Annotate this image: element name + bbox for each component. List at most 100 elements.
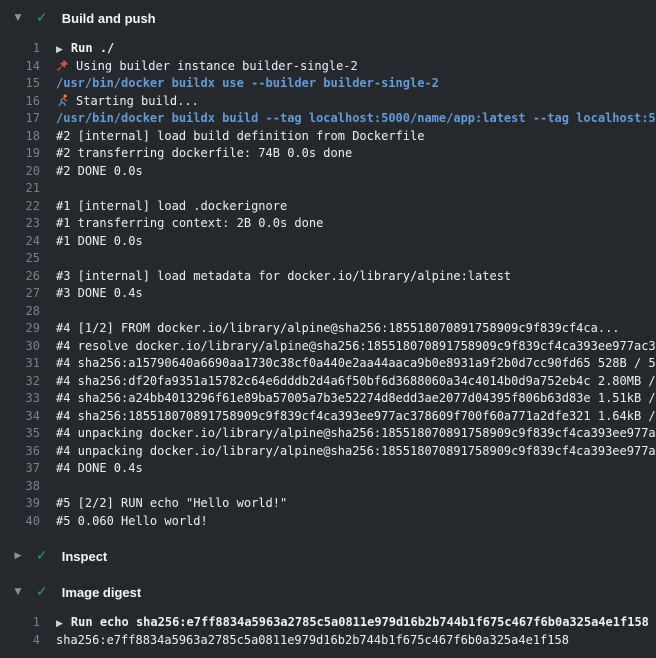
log-line: 29 #4 [1/2] FROM docker.io/library/alpine… [0,320,656,338]
log-text: #3 [internal] load metadata for docker.i… [56,269,511,283]
log-line-content: #4 sha256:df20fa9351a15782c64e6dddb2d4a6… [56,373,656,391]
log-text: #1 transferring context: 2B 0.0s done [56,216,323,230]
log-line-content: #4 [1/2] FROM docker.io/library/alpine@s… [56,320,656,338]
log-line-content: #4 sha256:a24bb4013296f61e89ba57005a7b3e… [56,390,656,408]
line-number[interactable]: 22 [0,198,40,216]
log-line-content: ▶Run ./ [56,40,656,58]
line-number[interactable]: 20 [0,163,40,181]
log-line: 38 [0,478,656,496]
log-line-content: #5 [2/2] RUN echo "Hello world!" [56,495,656,513]
line-number[interactable]: 25 [0,250,40,268]
log-line-content: #3 [internal] load metadata for docker.i… [56,268,656,286]
line-number[interactable]: 16 [0,93,40,111]
log-text: Starting build... [76,94,199,108]
log-line-content: #1 transferring context: 2B 0.0s done [56,215,656,233]
log-text: sha256:e7ff8834a5963a2785c5a0811e979d16b… [56,633,569,647]
line-number[interactable]: 24 [0,233,40,251]
log-line-content: #5 0.060 Hello world! [56,513,656,531]
line-number[interactable]: 15 [0,75,40,93]
log-text: #2 [internal] load build definition from… [56,129,424,143]
line-number[interactable]: 26 [0,268,40,286]
line-number[interactable]: 33 [0,390,40,408]
log-line-content: #1 DONE 0.0s [56,233,656,251]
log-line-content: #4 unpacking docker.io/library/alpine@sh… [56,425,656,443]
log-text: #4 sha256:a15790640a6690aa1730c38cf0a440… [56,356,656,370]
log-line-content: /usr/bin/docker buildx use --builder bui… [56,75,656,93]
line-number[interactable]: 31 [0,355,40,373]
check-icon: ✓ [36,549,48,563]
log-line-content [56,478,656,496]
log-line: 26 #3 [internal] load metadata for docker… [0,268,656,286]
log-line-content: #4 sha256:185518070891758909c9f839cf4ca3… [56,408,656,426]
line-number[interactable]: 29 [0,320,40,338]
log-text: #4 sha256:a24bb4013296f61e89ba57005a7b3e… [56,391,656,405]
line-number[interactable]: 4 [0,632,40,650]
line-number[interactable]: 38 [0,478,40,496]
chevron-down-icon: ▼ [9,14,27,23]
line-number[interactable]: 17 [0,110,40,128]
log-text: /usr/bin/docker buildx build --tag local… [56,111,656,125]
log-line: 16 Starting build... [0,93,656,111]
log-line-content: #3 DONE 0.4s [56,285,656,303]
log-line: 39 #5 [2/2] RUN echo "Hello world!" [0,495,656,513]
line-number[interactable]: 34 [0,408,40,426]
check-icon: ✓ [36,11,48,25]
log-line-content [56,303,656,321]
log-line-content [56,180,656,198]
line-number[interactable]: 14 [0,58,40,76]
line-number[interactable]: 19 [0,145,40,163]
workflow-log: ▼✓Build and push1▶Run ./14Using builder … [0,0,656,658]
line-number[interactable]: 21 [0,180,40,198]
log-line-content: #2 [internal] load build definition from… [56,128,656,146]
log-line-content: sha256:e7ff8834a5963a2785c5a0811e979d16b… [56,632,656,650]
line-number[interactable]: 30 [0,338,40,356]
log-line-content: #4 unpacking docker.io/library/alpine@sh… [56,443,656,461]
log-line-content: Starting build... [56,93,656,111]
log-line-content: #4 DONE 0.4s [56,460,656,478]
pushpin-icon [56,59,76,73]
log-line: 22 #1 [internal] load .dockerignore [0,198,656,216]
section-body-image-digest: 1 ▶ Run echo sha256:e7ff8834a5963a2785c5a0… [0,610,656,655]
check-icon: ✓ [36,585,48,599]
line-number[interactable]: 37 [0,460,40,478]
log-text: #4 sha256:185518070891758909c9f839cf4ca3… [56,409,656,423]
log-line: 4 sha256:e7ff8834a5963a2785c5a0811e979d16… [0,632,656,650]
line-number[interactable]: 40 [0,513,40,531]
section-header-build-and-push[interactable]: ▼✓Build and push [0,0,656,36]
log-text: Run echo sha256:e7ff8834a5963a2785c5a081… [71,615,649,629]
log-line: 33 #4 sha256:a24bb4013296f61e89ba57005a7b… [0,390,656,408]
log-line-content: #1 [internal] load .dockerignore [56,198,656,216]
log-section-image-digest: ▼✓Image digest 1 ▶ Run echo sha256:e7ff8834… [0,574,656,655]
chevron-right-icon: ▶ [9,552,27,561]
log-line-content: #2 DONE 0.0s [56,163,656,181]
log-line: 34 #4 sha256:185518070891758909c9f839cf4c… [0,408,656,426]
log-text: /usr/bin/docker buildx use --builder bui… [56,76,439,90]
expand-group-icon[interactable]: ▶ [56,42,63,58]
log-line: 32 #4 sha256:df20fa9351a15782c64e6dddb2d4… [0,373,656,391]
line-number[interactable]: 23 [0,215,40,233]
log-line-content: ▶ Run echo sha256:e7ff8834a5963a2785c5a08… [56,614,656,632]
line-number[interactable]: 18 [0,128,40,146]
section-header-image-digest[interactable]: ▼✓Image digest [0,574,656,610]
line-number[interactable]: 28 [0,303,40,321]
log-line: 1 ▶Run ./ [0,40,656,58]
line-number[interactable]: 1 [0,40,40,58]
section-header-inspect[interactable]: ▶✓Inspect [0,538,656,574]
log-line-content: #4 sha256:a15790640a6690aa1730c38cf0a440… [56,355,656,373]
log-text: #4 resolve docker.io/library/alpine@sha2… [56,339,656,353]
log-line: 20 #2 DONE 0.0s [0,163,656,181]
log-text: #4 DONE 0.4s [56,461,143,475]
line-number[interactable]: 35 [0,425,40,443]
line-number[interactable]: 27 [0,285,40,303]
log-line: 27 #3 DONE 0.4s [0,285,656,303]
line-number[interactable]: 39 [0,495,40,513]
log-line: 35 #4 unpacking docker.io/library/alpine@… [0,425,656,443]
line-number[interactable]: 32 [0,373,40,391]
log-line-content: #4 resolve docker.io/library/alpine@sha2… [56,338,656,356]
log-text: #1 [internal] load .dockerignore [56,199,287,213]
log-line: 1 ▶ Run echo sha256:e7ff8834a5963a2785c5a0… [0,614,656,632]
expand-group-icon[interactable]: ▶ [56,616,63,632]
line-number[interactable]: 1 [0,614,40,632]
line-number[interactable]: 36 [0,443,40,461]
log-text: #4 unpacking docker.io/library/alpine@sh… [56,426,656,440]
